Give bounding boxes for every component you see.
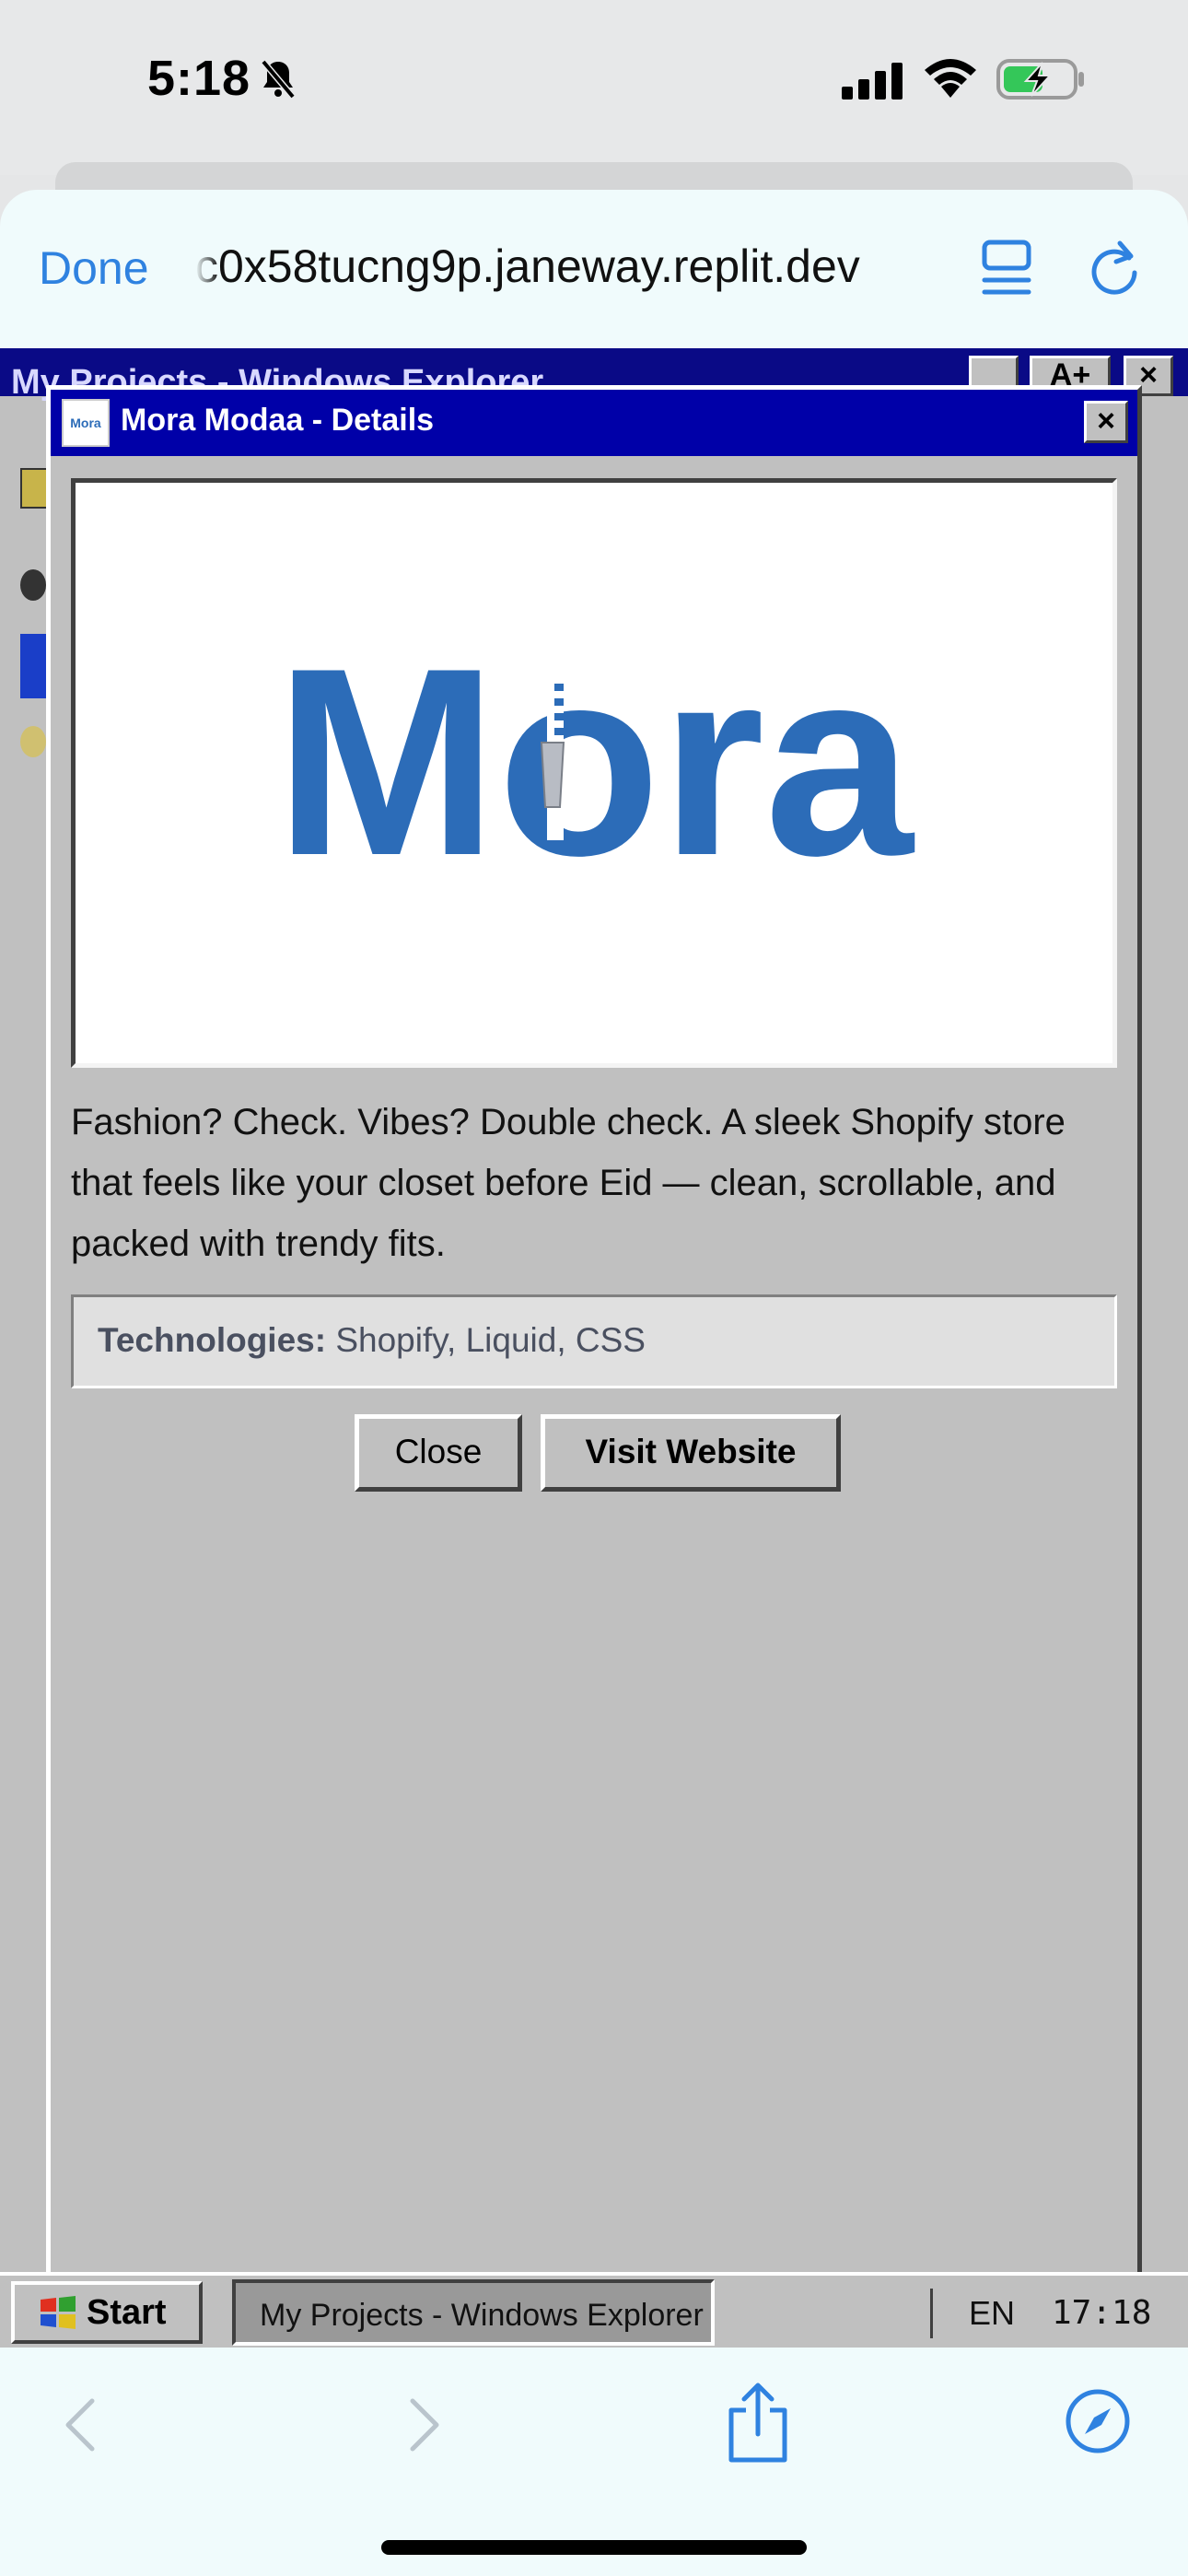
details-dialog: Mora Mora Modaa - Details × Mora Fashion…: [46, 385, 1142, 2272]
close-button[interactable]: Close: [355, 1414, 522, 1492]
desktop-area: My Projects - Windows Explorer _ A+ × Mo…: [0, 348, 1188, 2272]
status-time: 5:18: [147, 51, 251, 106]
reload-icon[interactable]: [1087, 238, 1142, 297]
project-image: Mora: [71, 478, 1117, 1068]
back-arrow-icon[interactable]: [59, 2395, 99, 2454]
project-description: Fashion? Check. Vibes? Double check. A s…: [71, 1102, 1066, 1264]
technologies-label: Technologies:: [98, 1321, 327, 1359]
tray-language[interactable]: EN: [969, 2294, 1015, 2333]
start-label: Start: [87, 2292, 167, 2332]
user-icon[interactable]: [20, 569, 46, 601]
tray-divider: [930, 2289, 933, 2338]
silent-bell-icon: [261, 59, 296, 100]
mora-logo: Mora: [275, 613, 915, 911]
status-bar: 5:18: [0, 0, 1188, 175]
technologies-value: Shopify, Liquid, CSS: [335, 1321, 646, 1359]
start-button[interactable]: Start: [11, 2281, 203, 2344]
url-fade-edge: [195, 236, 219, 295]
dialog-logo-icon: Mora: [62, 399, 110, 447]
taskbar-item-explorer[interactable]: My Projects - Windows Explorer: [232, 2279, 715, 2346]
taskbar: Start My Projects - Windows Explorer EN …: [0, 2272, 1188, 2348]
visit-website-button[interactable]: Visit Website: [541, 1414, 841, 1492]
dialog-title: Mora Modaa - Details: [121, 403, 435, 438]
technologies-box: Technologies: Shopify, Liquid, CSS: [71, 1294, 1117, 1388]
share-icon[interactable]: [724, 2381, 792, 2464]
reader-mode-icon[interactable]: [982, 240, 1031, 297]
battery-charging-icon: [996, 59, 1084, 100]
windows-logo-icon: [41, 2296, 76, 2329]
done-button[interactable]: Done: [39, 241, 149, 295]
url-field[interactable]: c0x58tucng9p.janeway.replit.dev: [195, 240, 941, 293]
compass-icon[interactable]: [1065, 2388, 1131, 2454]
forward-arrow-icon[interactable]: [405, 2395, 446, 2454]
tray-clock: 17:18: [1052, 2294, 1152, 2332]
status-clock: 5:18: [147, 50, 300, 107]
project-icon[interactable]: [20, 726, 46, 757]
dialog-close-icon[interactable]: ×: [1084, 401, 1128, 443]
logo-text: Mora: [275, 613, 915, 911]
wifi-icon: [925, 59, 976, 98]
selected-project-icon[interactable]: [20, 634, 48, 698]
cellular-signal-icon: [842, 63, 903, 100]
home-indicator: [381, 2540, 807, 2555]
dialog-title-bar: Mora Mora Modaa - Details ×: [51, 390, 1137, 456]
